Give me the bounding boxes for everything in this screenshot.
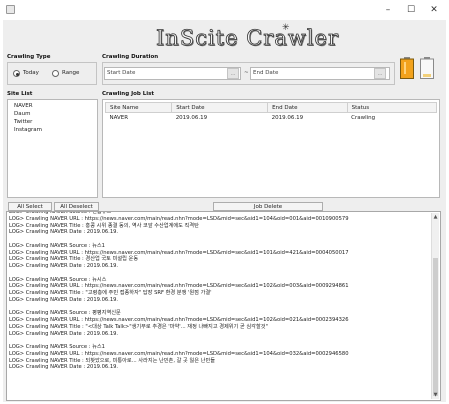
log-line: LOG> Crawling NAVER URL : https://news.n…: [9, 317, 349, 323]
log-lines: LOG> Crawling NAVER Source : 연합뉴스 LOG> Cr…: [7, 212, 431, 371]
log-scrollbar[interactable]: ▲ ▼: [431, 213, 439, 399]
column-header-end-date[interactable]: End Date: [267, 102, 348, 113]
crawling-type-label: Crawling Type: [7, 54, 51, 60]
log-line: LOG> Crawling NAVER URL : https://news.n…: [9, 215, 349, 222]
maximize-button[interactable]: ☐: [400, 3, 422, 17]
log-line: LOG> Crawling NAVER URL : https://news.n…: [9, 283, 349, 290]
site-list-item[interactable]: Daum: [14, 111, 30, 117]
site-list-item[interactable]: NAVER: [14, 103, 33, 109]
log-line: LOG> Crawling NAVER Source : 뉴스1: [9, 344, 105, 350]
site-list-item[interactable]: Instagram: [14, 127, 42, 133]
cell-status: Crawling: [351, 114, 376, 121]
radio-range[interactable]: [52, 70, 59, 77]
cell-start-date: 2019.06.19: [175, 114, 208, 121]
log-line: LOG> Crawling NAVER Date : 2019.06.19.: [9, 330, 119, 337]
radio-range-label[interactable]: Range: [62, 70, 79, 76]
job-table: Site Name Start Date End Date Status NAV…: [104, 102, 438, 123]
deselect-all-button[interactable]: All Deselect: [54, 202, 99, 211]
scroll-down-arrow-icon[interactable]: ▼: [432, 391, 439, 399]
scroll-up-arrow-icon[interactable]: ▲: [432, 213, 439, 221]
site-list-item[interactable]: Twitter: [14, 119, 32, 125]
stop-crawl-button[interactable]: [420, 57, 434, 79]
column-header-site-name[interactable]: Site Name: [104, 102, 173, 113]
log-line: LOG> Crawling NAVER Date : 2019.06.19.: [9, 364, 119, 371]
log-line: LOG> Crawling NAVER Title : 되찾았으로, 미통아로.…: [9, 357, 215, 364]
app-icon: [6, 5, 15, 14]
job-list-table[interactable]: Site Name Start Date End Date Status NAV…: [102, 99, 440, 198]
column-header-status[interactable]: Status: [346, 102, 438, 113]
cell-site-name: NAVER: [109, 114, 129, 121]
scroll-thumb[interactable]: [433, 258, 438, 396]
log-line: LOG> Crawling NAVER Title : 홍콩 시위 종결 동의,…: [9, 222, 199, 229]
job-delete-button[interactable]: Job Delete: [213, 202, 323, 211]
spider-icon: ✳: [282, 23, 290, 33]
log-line: LOG> Crawling NAVER Source : 뉴스1: [9, 242, 105, 249]
end-date-placeholder: End Date: [253, 70, 279, 76]
start-date-placeholder: Start Date: [107, 70, 136, 76]
minimize-button[interactable]: –: [377, 3, 399, 17]
log-line: LOG> Crawling NAVER URL : https://news.n…: [9, 350, 349, 357]
select-all-button[interactable]: All Select: [8, 202, 52, 211]
radio-today-label[interactable]: Today: [23, 70, 39, 76]
site-list[interactable]: NAVER Daum Twitter Instagram: [7, 99, 98, 198]
column-header-start-date[interactable]: Start Date: [171, 102, 269, 113]
battery-full-icon: [400, 57, 414, 79]
end-date-picker-button[interactable]: …: [374, 68, 386, 79]
log-line: LOG> Crawling NAVER Title : "고령층에 주민 접종하…: [9, 290, 212, 296]
log-output[interactable]: LOG> Crawling NAVER Source : 연합뉴스 LOG> Cr…: [6, 211, 441, 401]
job-list-label: Crawling Job List: [102, 91, 155, 97]
log-line: LOG> Crawling NAVER Source : 뉴시스: [9, 276, 107, 283]
close-button[interactable]: ✕: [423, 3, 445, 17]
log-line: LOG> Crawling NAVER Title : 경산업 국토 미설립 운…: [9, 256, 139, 263]
log-line: LOG> Crawling NAVER Date : 2019.06.19.: [9, 296, 119, 303]
log-line: LOG> Crawling NAVER Date : 2019.06.19.: [9, 229, 119, 236]
date-separator: ~: [244, 70, 249, 76]
start-date-picker-button[interactable]: …: [227, 68, 239, 79]
crawling-duration-label: Crawling Duration: [102, 54, 159, 60]
log-line: LOG> Crawling NAVER Title : "<대상 Talk Ta…: [9, 323, 268, 330]
start-crawl-button[interactable]: [400, 57, 414, 79]
log-line: LOG> Crawling NAVER Date : 2019.06.19.: [9, 263, 119, 269]
site-list-label: Site List: [7, 91, 33, 97]
radio-today[interactable]: [13, 70, 20, 77]
cell-end-date: 2019.06.19: [271, 114, 304, 121]
log-line: LOG> Crawling NAVER Source : 평평지역신문: [9, 310, 121, 317]
battery-empty-icon: [420, 57, 434, 79]
table-row[interactable]: NAVER 2019.06.19 2019.06.19 Crawling: [106, 113, 437, 123]
